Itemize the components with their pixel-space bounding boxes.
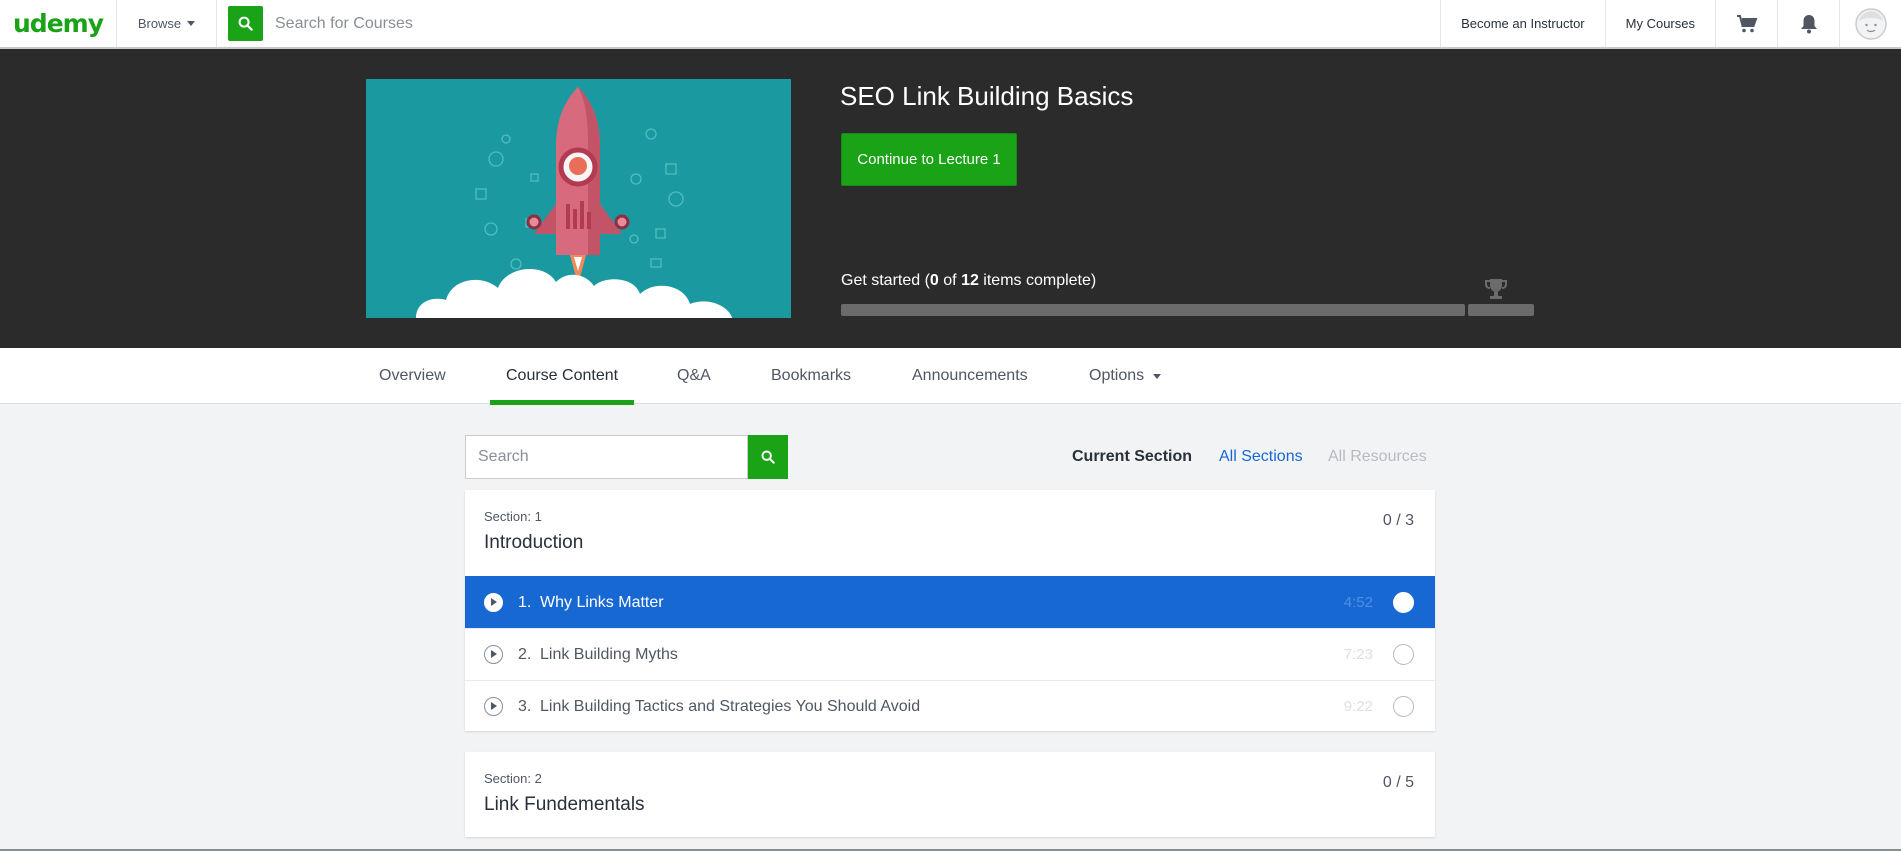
lecture-duration: 7:23 — [1343, 646, 1373, 663]
course-title: SEO Link Building Basics — [840, 81, 1134, 111]
lecture-duration: 4:52 — [1343, 594, 1373, 611]
section-number: Section: 1 — [484, 509, 542, 524]
progress-goal-segment — [1468, 304, 1534, 316]
lecture-row[interactable]: 1. Why Links Matter 4:52 — [465, 576, 1435, 628]
lecture-number: 3. — [518, 697, 532, 715]
tab-label: Options — [1089, 367, 1145, 384]
play-icon[interactable] — [484, 645, 503, 664]
tab-bookmarks[interactable]: Bookmarks — [771, 348, 851, 404]
browse-label: Browse — [137, 16, 182, 31]
section-title: Link Fundementals — [484, 794, 645, 815]
lecture-title: Link Building Tactics and Strategies You… — [540, 697, 921, 715]
trophy-icon — [1485, 279, 1507, 299]
section-card[interactable]: Section: 2 Link Fundementals 0 / 5 — [465, 752, 1435, 837]
course-hero: SEO Link Building Basics Continue to Lec… — [0, 49, 1901, 348]
completion-checkbox[interactable] — [1393, 696, 1414, 717]
bell-icon — [1800, 14, 1817, 33]
become-instructor-link[interactable]: Become an Instructor — [1440, 0, 1605, 47]
filter-all-sections[interactable]: All Sections — [1219, 448, 1303, 466]
tab-label: Announcements — [912, 367, 1028, 384]
search-button[interactable] — [228, 6, 263, 41]
filter-current-section[interactable]: Current Section — [1072, 448, 1192, 466]
lecture-row[interactable]: 3. Link Building Tactics and Strategies … — [465, 680, 1435, 732]
play-icon[interactable] — [484, 593, 503, 612]
lecture-row[interactable]: 2. Link Building Myths 7:23 — [465, 628, 1435, 680]
user-avatar-button[interactable] — [1839, 0, 1901, 47]
progress-text: Get started (0 of 12 items complete) — [841, 272, 1096, 290]
completed-count: 0 — [929, 272, 939, 289]
progress-of: of — [938, 272, 962, 289]
section-title: Introduction — [484, 532, 584, 553]
lecture-number: 2. — [518, 645, 532, 663]
tab-qa[interactable]: Q&A — [677, 348, 711, 404]
completion-checkbox[interactable] — [1393, 644, 1414, 665]
caret-down-icon — [187, 21, 196, 26]
cart-icon — [1736, 14, 1757, 32]
search-icon — [238, 16, 253, 31]
content-search-input[interactable] — [465, 435, 748, 479]
tab-announcements[interactable]: Announcements — [912, 348, 1028, 404]
content-search-button[interactable] — [748, 435, 788, 479]
progress-prefix: Get started ( — [841, 272, 930, 289]
progress-bar — [841, 304, 1465, 316]
lecture-duration: 9:22 — [1343, 698, 1373, 715]
notifications-button[interactable] — [1777, 0, 1839, 47]
rocket-illustration — [366, 79, 791, 318]
course-thumbnail-image — [366, 79, 791, 318]
continue-lecture-button[interactable]: Continue to Lecture 1 — [841, 133, 1017, 186]
tab-label: Course Content — [506, 367, 619, 384]
course-search-bar — [217, 0, 1440, 47]
top-navbar: udemy Browse Become an Instructor My Cou… — [0, 0, 1901, 49]
completion-checkbox[interactable] — [1393, 592, 1414, 613]
lecture-title: Link Building Myths — [540, 645, 678, 663]
tab-label: Overview — [379, 367, 446, 384]
progress-suffix: items complete) — [978, 272, 1097, 289]
caret-down-icon — [1153, 373, 1162, 379]
lecture-number: 1. — [518, 593, 532, 611]
search-icon — [761, 450, 775, 464]
section-number: Section: 2 — [484, 771, 542, 786]
play-icon[interactable] — [484, 697, 503, 716]
tab-label: Q&A — [677, 367, 711, 384]
logo-text: udemy — [13, 9, 104, 38]
browse-menu[interactable]: Browse — [117, 0, 217, 47]
total-count: 12 — [961, 272, 979, 289]
course-search-input[interactable] — [275, 14, 875, 33]
lecture-title: Why Links Matter — [540, 593, 664, 611]
tab-overview[interactable]: Overview — [379, 348, 446, 404]
avatar-icon — [1854, 7, 1887, 40]
tab-label: Bookmarks — [771, 367, 852, 384]
filter-all-resources[interactable]: All Resources — [1328, 448, 1427, 466]
cart-button[interactable] — [1715, 0, 1777, 47]
section-progress-count: 0 / 3 — [1382, 512, 1414, 529]
section-progress-count: 0 / 5 — [1382, 774, 1414, 791]
course-tabs: Overview Course Content Q&A Bookmarks An… — [0, 348, 1901, 405]
tab-options[interactable]: Options — [1089, 348, 1162, 404]
tab-course-content[interactable]: Course Content — [490, 348, 635, 405]
my-courses-link[interactable]: My Courses — [1604, 0, 1715, 47]
section-card: Section: 1 Introduction 0 / 3 1. Why Lin… — [465, 490, 1435, 731]
udemy-logo[interactable]: udemy — [0, 0, 117, 47]
